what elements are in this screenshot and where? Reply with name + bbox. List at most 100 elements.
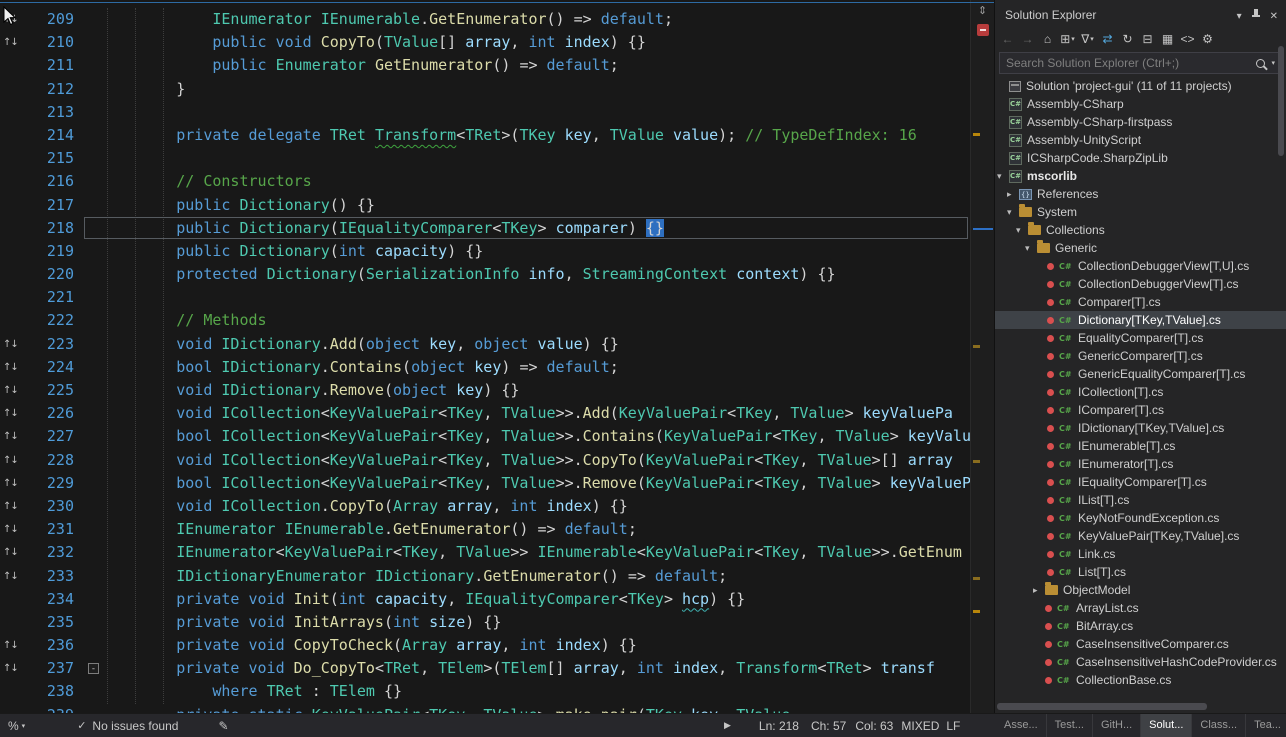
tree-item-ienumerable-t-cs[interactable]: C#IEnumerable[T].cs [995, 437, 1286, 455]
code-line-230[interactable]: ↑↓230 void ICollection.CopyTo(Array arra… [0, 495, 970, 518]
tree-item-genericequalitycomparer-t-cs[interactable]: C#GenericEqualityComparer[T].cs [995, 365, 1286, 383]
line-number[interactable]: 215 [20, 147, 74, 170]
refresh-icon[interactable]: ↻ [1118, 29, 1137, 49]
implements-margin-icon[interactable]: ↑↓ [3, 565, 18, 588]
search-icon[interactable] [1256, 59, 1265, 68]
tree-item-collectiondebuggerview-t-cs[interactable]: C#CollectionDebuggerView[T].cs [995, 275, 1286, 293]
tree-item-ienumerator-t-cs[interactable]: C#IEnumerator[T].cs [995, 455, 1286, 473]
code-line-234[interactable]: 234 private void Init(int capacity, IEqu… [0, 588, 970, 611]
view-code-icon[interactable]: <> [1178, 29, 1197, 49]
line-indicator[interactable]: Ln: 218 [759, 719, 799, 733]
line-number[interactable]: 230 [20, 495, 74, 518]
tree-item-mscorlib[interactable]: ▾C#mscorlib [995, 167, 1286, 185]
line-number[interactable]: 212 [20, 78, 74, 101]
tree-item-collectiondebuggerview-t-u-cs[interactable]: C#CollectionDebuggerView[T,U].cs [995, 257, 1286, 275]
code-line-226[interactable]: ↑↓226 void ICollection<KeyValuePair<TKey… [0, 402, 970, 425]
line-number[interactable]: 229 [20, 472, 74, 495]
column-indicator[interactable]: Col: 63 [855, 719, 893, 733]
line-number[interactable]: 213 [20, 101, 74, 124]
implements-margin-icon[interactable]: ↑↓ [3, 31, 18, 54]
tree-item-assembly-csharp-firstpass[interactable]: C#Assembly-CSharp-firstpass [995, 113, 1286, 131]
implements-margin-icon[interactable]: ↑↓ [3, 402, 18, 425]
tree-item-equalitycomparer-t-cs[interactable]: C#EqualityComparer[T].cs [995, 329, 1286, 347]
code-line-218[interactable]: 218 public Dictionary(IEqualityComparer<… [0, 217, 970, 240]
tree-item-references[interactable]: ▸{}References [995, 185, 1286, 203]
code-line-220[interactable]: 220 protected Dictionary(SerializationIn… [0, 263, 970, 286]
show-all-files-icon[interactable]: ▦ [1158, 29, 1177, 49]
line-number[interactable]: 216 [20, 170, 74, 193]
code-line-212[interactable]: 212 } [0, 78, 970, 101]
chevron-down-icon[interactable]: ▾ [1237, 11, 1242, 22]
code-line-235[interactable]: 235 private void InitArrays(int size) {} [0, 611, 970, 634]
line-number[interactable]: 227 [20, 425, 74, 448]
tree-item-bitarray-cs[interactable]: C#BitArray.cs [995, 617, 1286, 635]
forward-icon[interactable]: → [1018, 29, 1037, 49]
code-line-219[interactable]: 219 public Dictionary(int capacity) {} [0, 240, 970, 263]
panel-tab-test[interactable]: Test... [1047, 714, 1093, 737]
editor-scrollbar[interactable]: ⇕ [970, 0, 994, 713]
tree-horizontal-scrollbar[interactable] [997, 703, 1207, 710]
tree-item-assembly-unityscript[interactable]: C#Assembly-UnityScript [995, 131, 1286, 149]
line-number[interactable]: 232 [20, 541, 74, 564]
tree-item-generic[interactable]: ▾Generic [995, 239, 1286, 257]
code-line-239[interactable]: 239 private static KeyValuePair<TKey, TV… [0, 704, 970, 713]
line-number[interactable]: 234 [20, 588, 74, 611]
implements-margin-icon[interactable]: ↑↓ [3, 541, 18, 564]
line-ending-indicator[interactable]: LF [946, 719, 960, 733]
tree-item-keyvaluepair-tkey-tvalue-cs[interactable]: C#KeyValuePair[TKey,TValue].cs [995, 527, 1286, 545]
code-line-217[interactable]: 217 public Dictionary() {} [0, 194, 970, 217]
tree-item-genericcomparer-t-cs[interactable]: C#GenericComparer[T].cs [995, 347, 1286, 365]
properties-icon[interactable]: ⚙ [1198, 29, 1217, 49]
panel-tab-tea[interactable]: Tea... [1246, 714, 1286, 737]
pin-icon[interactable] [1251, 11, 1261, 22]
play-icon[interactable]: ▶ [724, 720, 731, 731]
line-number[interactable]: 218 [20, 217, 74, 240]
implements-margin-icon[interactable]: ↑↓ [3, 495, 18, 518]
code-line-225[interactable]: ↑↓225 void IDictionary.Remove(object key… [0, 379, 970, 402]
code-line-223[interactable]: ↑↓223 void IDictionary.Add(object key, o… [0, 333, 970, 356]
tree-item-comparer-t-cs[interactable]: C#Comparer[T].cs [995, 293, 1286, 311]
collapsed-arrow-icon[interactable]: ▸ [1007, 189, 1019, 200]
implements-margin-icon[interactable]: ↑↓ [3, 518, 18, 541]
tree-item-caseinsensitivecomparer-cs[interactable]: C#CaseInsensitiveComparer.cs [995, 635, 1286, 653]
code-line-210[interactable]: ↑↓210 public void CopyTo(TValue[] array,… [0, 31, 970, 54]
code-line-209[interactable]: ↑↓209 IEnumerator IEnumerable.GetEnumera… [0, 8, 970, 31]
line-number[interactable]: 214 [20, 124, 74, 147]
implements-margin-icon[interactable]: ↑↓ [3, 356, 18, 379]
tree-item-caseinsensitivehashcodeprovider-cs[interactable]: C#CaseInsensitiveHashCodeProvider.cs [995, 653, 1286, 671]
issues-status[interactable]: ✓ No issues found [77, 719, 178, 733]
code-line-227[interactable]: ↑↓227 bool ICollection<KeyValuePair<TKey… [0, 425, 970, 448]
panel-tab-class[interactable]: Class... [1192, 714, 1246, 737]
splitter-grip-icon[interactable]: ⇕ [971, 4, 994, 17]
tree-item-icollection-t-cs[interactable]: C#ICollection[T].cs [995, 383, 1286, 401]
implements-margin-icon[interactable]: ↑↓ [3, 425, 18, 448]
line-number[interactable]: 231 [20, 518, 74, 541]
line-number[interactable]: 223 [20, 333, 74, 356]
collapsed-arrow-icon[interactable]: ▸ [1033, 585, 1045, 596]
implements-margin-icon[interactable]: ↑↓ [3, 449, 18, 472]
zoom-control[interactable]: % ▾ [8, 719, 25, 733]
code-line-215[interactable]: 215 [0, 147, 970, 170]
filter-icon[interactable]: ∇▾ [1078, 29, 1097, 49]
tree-item-objectmodel[interactable]: ▸ObjectModel [995, 581, 1286, 599]
chevron-down-icon[interactable]: ▾ [1271, 59, 1275, 67]
line-number[interactable]: 233 [20, 565, 74, 588]
implements-margin-icon[interactable]: ↑↓ [3, 379, 18, 402]
search-input[interactable] [1006, 56, 1256, 70]
code-line-237[interactable]: ↑↓237- private void Do_CopyTo<TRet, TEle… [0, 657, 970, 680]
line-number[interactable]: 225 [20, 379, 74, 402]
tree-item-icsharpcode-sharpziplib[interactable]: C#ICSharpCode.SharpZipLib [995, 149, 1286, 167]
tree-item-collectionbase-cs[interactable]: C#CollectionBase.cs [995, 671, 1286, 689]
pencil-icon[interactable]: ✎ [218, 719, 228, 733]
tree-item-list-t-cs[interactable]: C#List[T].cs [995, 563, 1286, 581]
collapse-all-icon[interactable]: ⊟ [1138, 29, 1157, 49]
line-number[interactable]: 224 [20, 356, 74, 379]
expanded-arrow-icon[interactable]: ▾ [1016, 225, 1028, 236]
line-number[interactable]: 219 [20, 240, 74, 263]
code-line-236[interactable]: ↑↓236 private void CopyToCheck(Array arr… [0, 634, 970, 657]
tree-item-ilist-t-cs[interactable]: C#IList[T].cs [995, 491, 1286, 509]
line-number[interactable]: 222 [20, 309, 74, 332]
search-box[interactable]: ▾ [999, 52, 1282, 74]
implements-margin-icon[interactable]: ↑↓ [3, 657, 18, 680]
code-editor[interactable]: ↑↓209 IEnumerator IEnumerable.GetEnumera… [0, 0, 970, 713]
